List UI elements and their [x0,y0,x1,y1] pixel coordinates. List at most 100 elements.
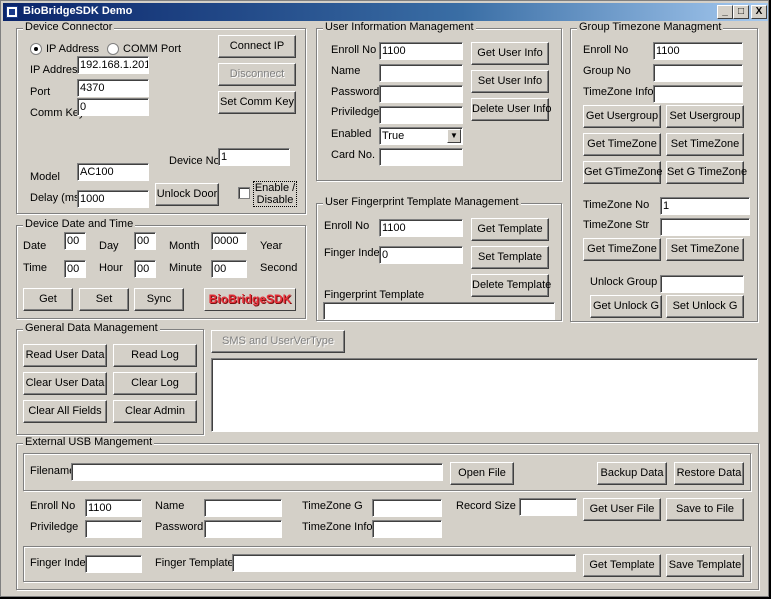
usb-get-template-button[interactable]: Get Template [583,554,661,577]
date-label: Date [23,240,47,252]
set-comm-key-button[interactable]: Set Comm Key [218,91,296,114]
user-privilege-input[interactable] [379,106,463,124]
close-button[interactable]: X [751,5,767,19]
open-file-button[interactable]: Open File [450,462,514,485]
usb-finger-index-input[interactable] [85,555,142,573]
clear-admin-button[interactable]: Clear Admin [113,400,197,423]
filename-input[interactable] [71,463,443,481]
set-usergroup-button[interactable]: Set Usergroup [666,105,744,128]
user-name-input[interactable] [379,64,463,82]
get-unlock-g-button[interactable]: Get Unlock G [590,295,662,318]
usb-enroll-label: Enroll No [30,500,76,512]
fp-enroll-input[interactable]: 1100 [379,219,463,237]
usb-finger-template-label: Finger Template [155,557,234,569]
usb-privilege-input[interactable] [85,520,142,538]
get-user-file-button[interactable]: Get User File [583,498,661,521]
usb-finger-template-input[interactable] [232,554,576,572]
usb-tzinfo-label: TimeZone Info [302,521,373,533]
radio-ip-address[interactable] [30,43,42,55]
save-to-file-button[interactable]: Save to File [666,498,744,521]
day-input[interactable]: 00 [134,232,156,250]
port-input[interactable]: 4370 [77,79,149,97]
user-enroll-input[interactable]: 1100 [379,42,463,60]
usb-save-template-button[interactable]: Save Template [666,554,744,577]
set-timezone-2-button[interactable]: Set TimeZone [666,238,744,261]
time-label: Time [23,262,48,274]
clear-user-data-button[interactable]: Clear User Data [23,372,107,395]
set-gtimezone-button[interactable]: Set G TimeZone [666,161,747,184]
record-size-input[interactable] [519,498,577,516]
comm-key-input[interactable]: 0 [77,98,149,116]
get-timezone-2-button[interactable]: Get TimeZone [583,238,661,261]
user-card-input[interactable] [379,148,463,166]
clear-log-button[interactable]: Clear Log [113,372,197,395]
gtz-tzno-label: TimeZone No [583,199,650,211]
fp-finger-index-input[interactable]: 0 [379,246,463,264]
user-password-input[interactable] [379,85,463,103]
set-user-info-button[interactable]: Set User Info [471,70,549,93]
unlock-door-button[interactable]: Unlock Door [155,183,219,206]
read-user-data-button[interactable]: Read User Data [23,344,107,367]
enabled-select[interactable]: True ▼ [379,127,463,145]
usb-tzg-label: TimeZone G [302,500,363,512]
group-title: User Fingerprint Template Management [323,196,521,208]
enabled-label: Enabled [331,128,372,140]
delete-template-button[interactable]: Delete Template [471,274,551,297]
sync-datetime-button[interactable]: Sync [134,288,184,311]
group-title: Device Connector [23,21,115,33]
enable-disable-checkbox[interactable] [238,187,250,199]
usb-password-input[interactable] [204,520,282,538]
gtz-tzstr-input[interactable] [660,218,750,236]
unlock-group-label: Unlock Group [590,276,658,288]
radio-ip-label: IP Address [46,43,99,55]
restore-data-button[interactable]: Restore Data [674,462,744,485]
time-input[interactable]: 00 [64,260,86,278]
gtz-enroll-input[interactable]: 1100 [653,42,743,60]
connect-ip-button[interactable]: Connect IP [218,35,296,58]
day-label: Day [99,240,119,252]
biobridge-logo-button[interactable]: BioBridgeSDK [204,288,296,311]
usb-enroll-input[interactable]: 1100 [85,499,142,517]
minute-label: Minute [169,262,203,274]
delete-user-info-button[interactable]: Delete User Info [471,98,551,121]
set-template-button[interactable]: Set Template [471,246,549,269]
gtz-tzinfo-input[interactable] [653,85,743,103]
hour-input[interactable]: 00 [134,260,156,278]
maximize-button[interactable]: □ [733,5,749,19]
clear-all-fields-button[interactable]: Clear All Fields [23,400,107,423]
get-user-info-button[interactable]: Get User Info [471,42,549,65]
minute-input[interactable]: 00 [211,260,247,278]
fp-template-input[interactable] [323,302,555,320]
get-gtimezone-button[interactable]: Get GTimeZone [583,161,662,184]
ip-address-input[interactable]: 192.168.1.201 [77,56,149,74]
get-template-button[interactable]: Get Template [471,218,549,241]
model-input[interactable]: AC100 [77,163,149,181]
usb-tzinfo-input[interactable] [372,520,442,538]
radio-comm-port[interactable] [107,43,119,55]
chevron-down-icon[interactable]: ▼ [447,129,461,143]
sms-userver-type-button[interactable]: SMS and UserVerType [211,330,345,353]
output-log-area[interactable] [211,358,758,432]
unlock-group-input[interactable] [660,275,744,293]
backup-data-button[interactable]: Backup Data [597,462,667,485]
device-no-input[interactable]: 1 [218,148,290,166]
delay-label: Delay (ms) [30,192,84,204]
date-input[interactable]: 00 [64,232,86,250]
delay-input[interactable]: 1000 [77,190,149,208]
usb-name-input[interactable] [204,499,282,517]
gtz-tzno-input[interactable]: 1 [660,197,750,215]
minimize-button[interactable]: _ [717,5,733,19]
set-timezone-button[interactable]: Set TimeZone [666,133,744,156]
disconnect-button[interactable]: Disconnect [218,63,296,86]
month-input[interactable]: 0000 [211,232,247,250]
gtz-group-input[interactable] [653,64,743,82]
get-timezone-button[interactable]: Get TimeZone [583,133,661,156]
get-usergroup-button[interactable]: Get Usergroup [583,105,661,128]
usb-tzg-input[interactable] [372,499,442,517]
set-unlock-g-button[interactable]: Set Unlock G [666,295,744,318]
get-datetime-button[interactable]: Get [23,288,73,311]
read-log-button[interactable]: Read Log [113,344,197,367]
set-datetime-button[interactable]: Set [79,288,129,311]
group-title: Device Date and Time [23,218,136,230]
model-label: Model [30,171,60,183]
